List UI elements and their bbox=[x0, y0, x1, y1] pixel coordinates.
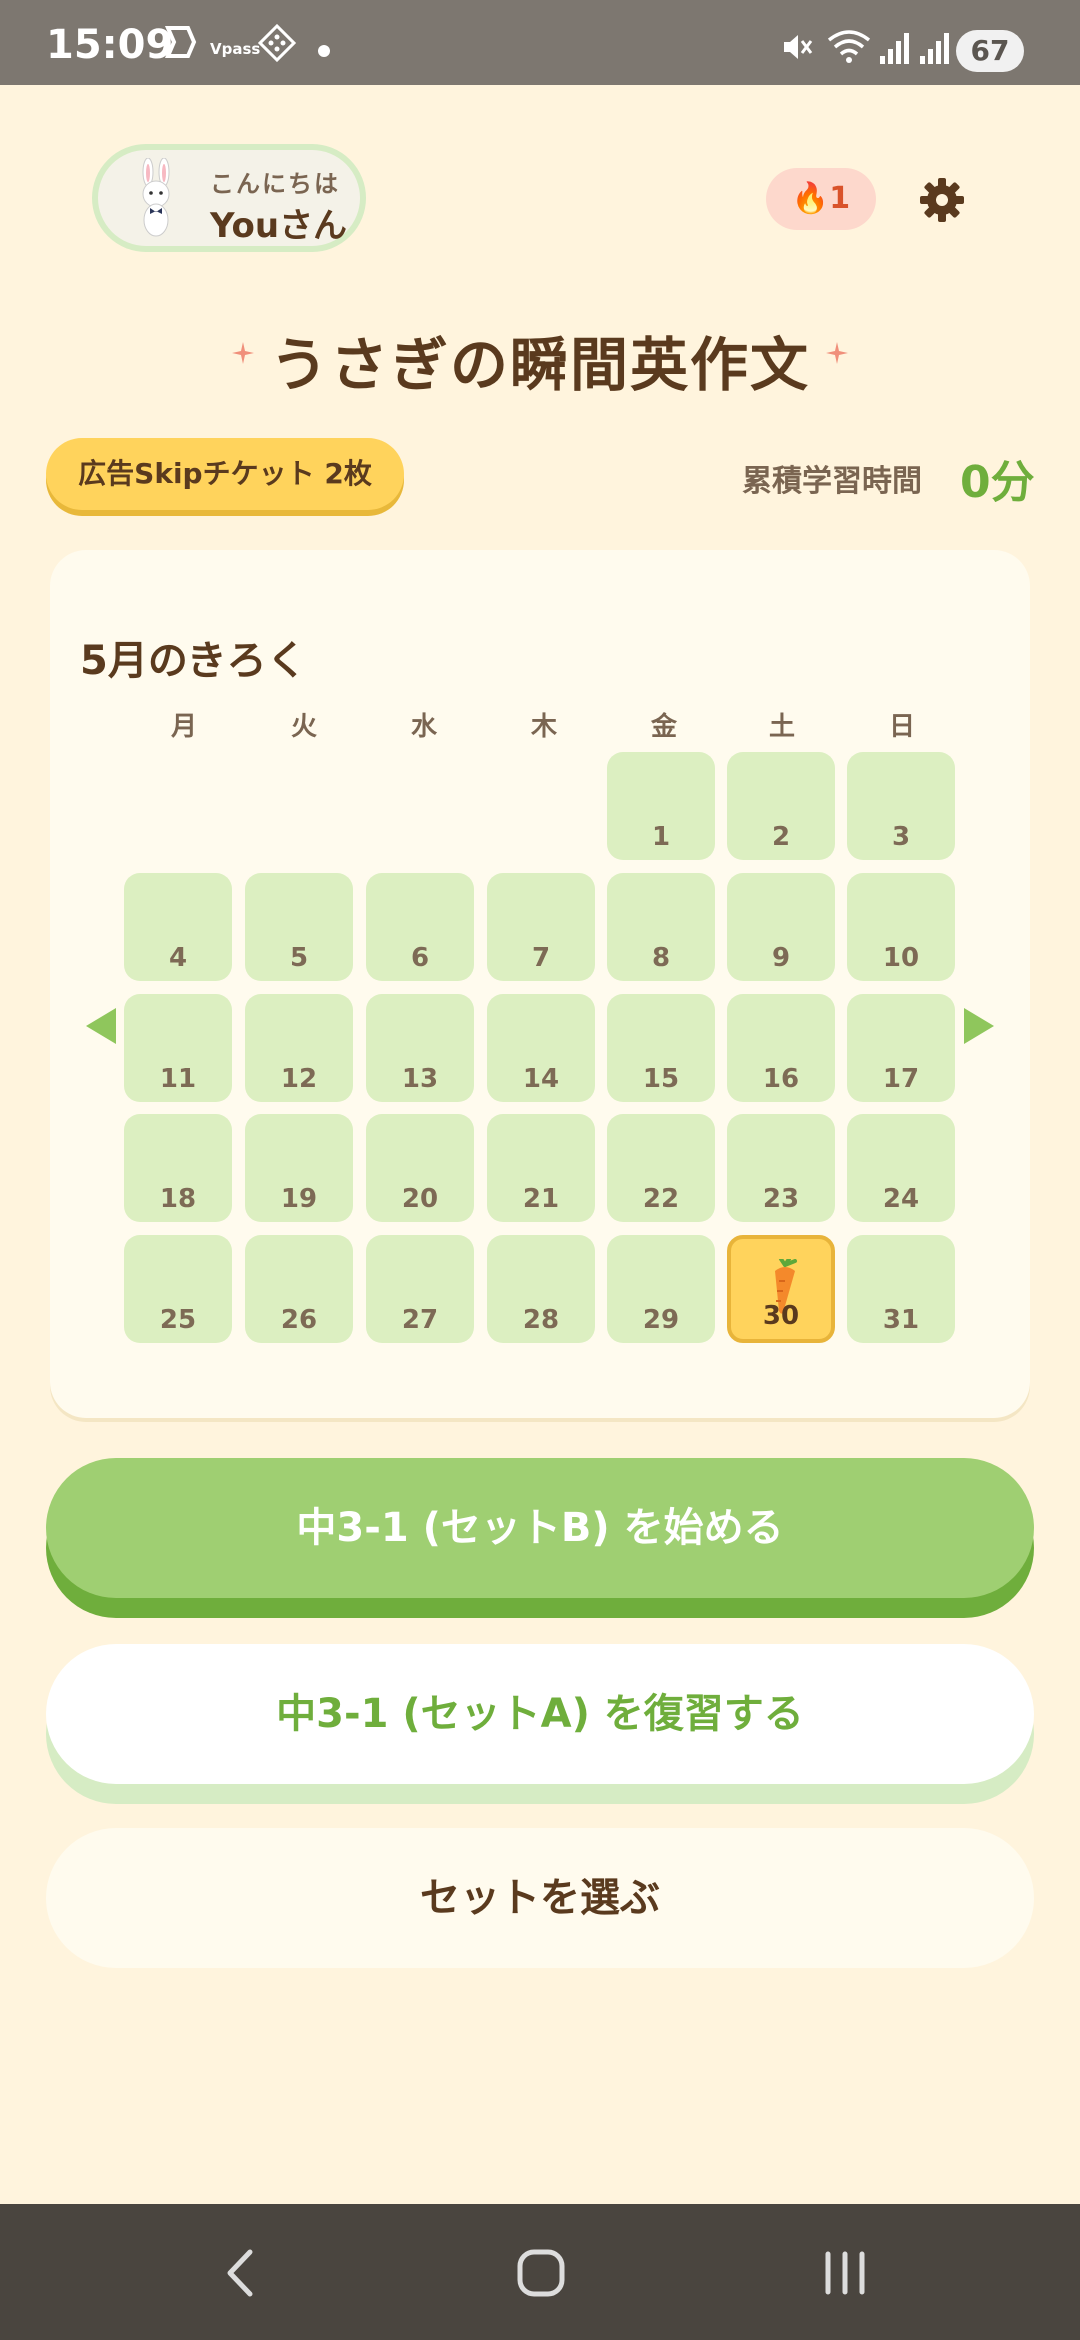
review-set-button[interactable]: 中3-1 (セットA) を復習する bbox=[46, 1644, 1034, 1784]
calendar-day[interactable]: 14 bbox=[487, 994, 595, 1102]
recents-icon[interactable] bbox=[820, 2248, 870, 2298]
notification-dot bbox=[318, 45, 330, 57]
calendar-day[interactable]: 21 bbox=[487, 1114, 595, 1222]
calendar-day[interactable]: 4 bbox=[124, 873, 232, 981]
calendar-day[interactable]: 5 bbox=[245, 873, 353, 981]
mute-icon bbox=[784, 35, 813, 59]
greeting-card[interactable]: こんにちは Youさん bbox=[92, 144, 366, 252]
calendar-day[interactable]: 1 bbox=[607, 752, 715, 860]
calendar-day[interactable]: 13 bbox=[366, 994, 474, 1102]
calendar-day[interactable]: 25 bbox=[124, 1235, 232, 1343]
diamond-grid-icon bbox=[258, 24, 296, 62]
weekday-label: 月 bbox=[170, 712, 197, 742]
calendar-day[interactable]: 18 bbox=[124, 1114, 232, 1222]
vpass-label: Vpass bbox=[210, 40, 261, 58]
wifi-icon bbox=[827, 30, 871, 63]
calendar-day[interactable]: 23 bbox=[727, 1114, 835, 1222]
ad-skip-ticket-badge[interactable]: 広告Skipチケット 2枚 bbox=[46, 438, 404, 510]
calendar-day[interactable]: 29 bbox=[607, 1235, 715, 1343]
calendar-day[interactable]: 31 bbox=[847, 1235, 955, 1343]
back-icon[interactable] bbox=[220, 2248, 260, 2298]
select-set-button[interactable]: セットを選ぶ bbox=[46, 1828, 1034, 1968]
weekday-label: 水 bbox=[410, 712, 437, 742]
weekday-label: 火 bbox=[290, 712, 317, 742]
weekday-label: 木 bbox=[530, 712, 557, 742]
calendar-day[interactable]: 24 bbox=[847, 1114, 955, 1222]
study-time-value: 0分 bbox=[960, 457, 1035, 508]
calendar-day[interactable]: 7 bbox=[487, 873, 595, 981]
calendar-day[interactable]: 12 bbox=[245, 994, 353, 1102]
weekday-label: 土 bbox=[768, 712, 795, 742]
calendar-day[interactable]: 19 bbox=[245, 1114, 353, 1222]
calendar-day[interactable]: 9 bbox=[727, 873, 835, 981]
start-set-button[interactable]: 中3-1 (セットB) を始める bbox=[46, 1458, 1034, 1598]
battery-icon: 67 bbox=[956, 30, 1024, 72]
user-name: Youさん bbox=[210, 206, 348, 246]
system-nav-bar bbox=[0, 2204, 1080, 2340]
calendar-day[interactable]: 26 bbox=[245, 1235, 353, 1343]
calendar-day-today[interactable]: 30 bbox=[727, 1235, 835, 1343]
calendar-day[interactable]: 28 bbox=[487, 1235, 595, 1343]
prev-month-arrow-icon[interactable] bbox=[86, 1008, 116, 1044]
calendar-day[interactable]: 27 bbox=[366, 1235, 474, 1343]
status-time: 15:09 bbox=[46, 22, 174, 68]
status-bar: 15:09 Vpass 67 bbox=[0, 0, 1080, 85]
calendar-day[interactable]: 3 bbox=[847, 752, 955, 860]
streak-badge[interactable]: 🔥1 bbox=[766, 168, 876, 230]
calendar-day[interactable]: 17 bbox=[847, 994, 955, 1102]
calendar-day[interactable]: 11 bbox=[124, 994, 232, 1102]
gear-icon[interactable] bbox=[918, 176, 966, 224]
calendar-day[interactable]: 2 bbox=[727, 752, 835, 860]
calendar-day[interactable]: 22 bbox=[607, 1114, 715, 1222]
sparkle-icon bbox=[826, 342, 848, 364]
app-s-icon bbox=[164, 26, 197, 58]
next-month-arrow-icon[interactable] bbox=[964, 1008, 994, 1044]
calendar-day[interactable]: 15 bbox=[607, 994, 715, 1102]
page-title: うさぎの瞬間英作文 bbox=[269, 331, 810, 399]
weekday-label: 金 bbox=[650, 712, 677, 742]
calendar-day[interactable]: 16 bbox=[727, 994, 835, 1102]
home-icon[interactable] bbox=[516, 2248, 566, 2298]
weekday-label: 日 bbox=[888, 712, 915, 742]
greeting-text: こんにちは bbox=[210, 170, 340, 198]
calendar-day[interactable]: 20 bbox=[366, 1114, 474, 1222]
signal-icon bbox=[880, 33, 909, 64]
calendar-day[interactable]: 10 bbox=[847, 873, 955, 981]
study-time-label: 累積学習時間 bbox=[742, 464, 922, 499]
signal-icon-2 bbox=[920, 33, 949, 64]
calendar-day[interactable]: 6 bbox=[366, 873, 474, 981]
calendar-day[interactable]: 8 bbox=[607, 873, 715, 981]
bunny-avatar-icon bbox=[142, 158, 170, 237]
calendar-title: 5月のきろく bbox=[80, 638, 307, 684]
